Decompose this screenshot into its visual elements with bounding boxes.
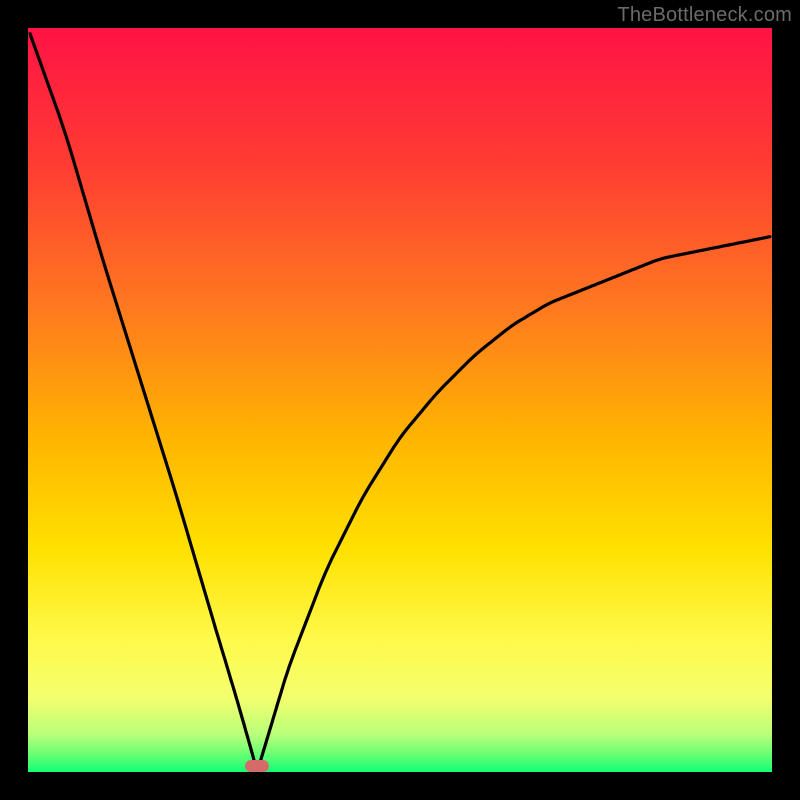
plot-area — [28, 28, 772, 772]
optimum-marker — [245, 760, 269, 772]
bottleneck-curve — [28, 28, 772, 772]
chart-frame: TheBottleneck.com — [0, 0, 800, 800]
watermark-text: TheBottleneck.com — [617, 4, 792, 27]
